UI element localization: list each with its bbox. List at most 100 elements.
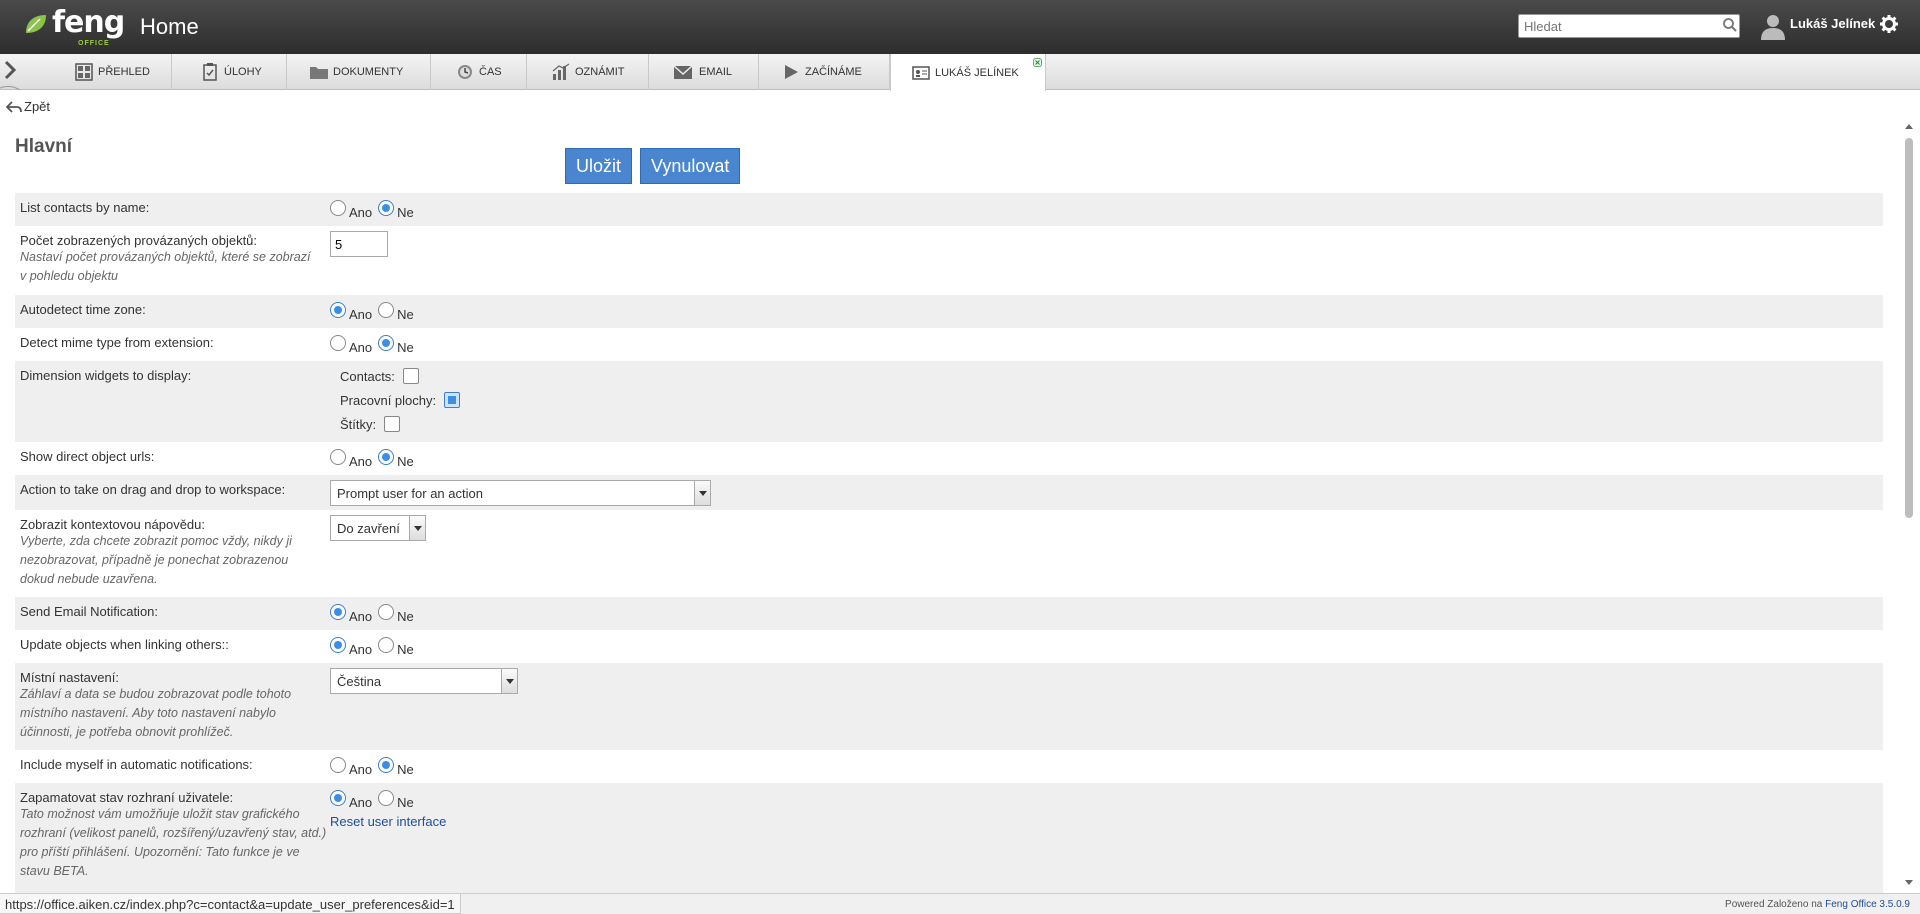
pref-label: Include myself in automatic notification… xyxy=(20,757,253,772)
tab-tasks[interactable]: ÚLOHY xyxy=(172,54,287,90)
radio-no-label: Ne xyxy=(397,307,414,322)
scroll-down-icon[interactable] xyxy=(1905,880,1913,885)
radio-yes[interactable] xyxy=(330,334,346,351)
tab-documents[interactable]: DOKUMENTY xyxy=(287,54,431,90)
status-url: https://office.aiken.cz/index.php?c=cont… xyxy=(0,893,461,914)
radio-no[interactable] xyxy=(378,199,395,216)
pref-row-detect-mime: Detect mime type from extension: Ano Ne xyxy=(15,328,1883,361)
contact-card-icon xyxy=(912,65,930,80)
widget-checkbox[interactable] xyxy=(384,416,401,432)
tab-time[interactable]: ČAS xyxy=(431,54,527,90)
select-value: Čeština xyxy=(337,674,382,689)
tab-user-profile[interactable]: LUKÁŠ JELÍNEK xyxy=(890,54,1046,91)
tab-reports[interactable]: OZNÁMIT xyxy=(527,54,649,90)
radio-no[interactable] xyxy=(378,756,395,773)
pref-row-linked-count: Počet zobrazených provázaných objektů: N… xyxy=(15,226,1883,295)
tab-label: OZNÁMIT xyxy=(575,66,625,78)
radio-yes[interactable] xyxy=(330,199,346,216)
pref-label: Počet zobrazených provázaných objektů: N… xyxy=(20,233,320,286)
radio-yes[interactable] xyxy=(330,636,346,653)
pref-control: Ano Ne xyxy=(330,301,420,322)
tab-getting-started[interactable]: ZAČÍNÁME xyxy=(759,54,890,90)
pref-control: Ano Ne xyxy=(330,756,420,777)
tab-label: ZAČÍNÁME xyxy=(805,66,862,78)
radio-yes[interactable] xyxy=(330,789,346,806)
pref-control: Ano Ne xyxy=(330,603,420,624)
radio-no-label: Ne xyxy=(397,454,414,469)
widget-checkbox[interactable] xyxy=(402,368,419,384)
widget-label: Contacts: xyxy=(340,368,395,384)
radio-yes[interactable] xyxy=(330,756,346,773)
pref-label: Update objects when linking others:: xyxy=(20,637,229,652)
radio-yes[interactable] xyxy=(330,448,346,465)
folder-icon xyxy=(310,67,328,79)
pref-description: Tato možnost vám umožňuje uložit stav gr… xyxy=(20,807,327,878)
radio-yes-label: Ano xyxy=(349,307,373,322)
pref-control: Ano Ne xyxy=(330,334,420,355)
radio-no[interactable] xyxy=(378,789,395,806)
pref-control: Contacts: Pracovní plochy: Štítky: xyxy=(340,364,461,436)
scroll-thumb[interactable] xyxy=(1905,138,1913,518)
search-input[interactable] xyxy=(1518,14,1740,38)
radio-no[interactable] xyxy=(378,636,395,653)
radio-no[interactable] xyxy=(378,603,395,620)
pref-row-remember-ui: Zapamatovat stav rozhraní uživatele: Tat… xyxy=(15,783,1883,893)
tab-label: EMAIL xyxy=(699,66,733,78)
pref-label: List contacts by name: xyxy=(20,200,150,215)
drag-drop-select[interactable]: Prompt user for an action xyxy=(330,480,711,506)
pref-control: Prompt user for an action xyxy=(330,480,711,506)
widget-option-contacts: Contacts: xyxy=(340,364,419,388)
section-title: Hlavní xyxy=(15,136,73,157)
context-help-select[interactable]: Do zavření xyxy=(330,515,426,541)
feng-office-link[interactable]: Feng Office 3.5.0.9 xyxy=(1825,899,1910,910)
pref-row-context-help: Zobrazit kontextovou nápovědu: Vyberte, … xyxy=(15,510,1883,597)
panel-toggle-icon[interactable] xyxy=(0,54,24,90)
reset-button[interactable]: Vynulovat xyxy=(640,148,741,184)
scroll-up-icon[interactable] xyxy=(1905,124,1913,129)
widget-checkbox[interactable] xyxy=(444,392,461,408)
pref-row-autodetect-tz: Autodetect time zone: Ano Ne xyxy=(15,295,1883,328)
user-name[interactable]: Lukáš Jelínek xyxy=(1790,16,1875,31)
tab-overview[interactable]: PŘEHLED xyxy=(60,54,172,90)
top-header: feng OFFICE Home Lukáš Jelínek xyxy=(0,0,1920,54)
radio-yes[interactable] xyxy=(330,301,346,318)
radio-no-label: Ne xyxy=(397,609,414,624)
pref-row-direct-urls: Show direct object urls: Ano Ne xyxy=(15,442,1883,475)
linked-count-input[interactable] xyxy=(330,231,388,257)
back-link[interactable]: Zpět xyxy=(6,99,50,114)
tab-bar: PŘEHLED ÚLOHY DOKUMENTY ČAS OZNÁMIT EMAI… xyxy=(0,54,1920,91)
widget-label: Štítky: xyxy=(340,416,377,432)
radio-yes-label: Ano xyxy=(349,340,373,355)
pref-row-drag-drop: Action to take on drag and drop to works… xyxy=(15,475,1883,510)
powered-text: Powered Založeno na xyxy=(1725,899,1823,910)
chevron-down-icon xyxy=(409,516,425,540)
close-tab-icon[interactable] xyxy=(1033,58,1042,67)
clock-icon xyxy=(458,65,472,79)
locale-select[interactable]: Čeština xyxy=(330,668,518,694)
chevron-down-icon xyxy=(694,481,710,505)
pref-label-text: Počet zobrazených provázaných objektů: xyxy=(20,233,258,248)
chart-icon xyxy=(552,63,570,80)
feng-office-logo[interactable]: feng OFFICE xyxy=(22,5,125,47)
vertical-scrollbar[interactable] xyxy=(1900,118,1920,893)
radio-no[interactable] xyxy=(378,334,395,351)
tasks-icon xyxy=(203,63,217,81)
pref-control: Čeština xyxy=(330,668,518,694)
pref-label-text: Zapamatovat stav rozhraní uživatele: xyxy=(20,790,234,805)
radio-no[interactable] xyxy=(378,448,395,465)
widget-label: Pracovní plochy: xyxy=(340,392,437,408)
user-avatar-icon[interactable] xyxy=(1760,12,1786,40)
save-button[interactable]: Uložit xyxy=(565,148,633,184)
radio-no-label: Ne xyxy=(397,642,414,657)
radio-no[interactable] xyxy=(378,301,395,318)
gear-icon[interactable] xyxy=(1880,15,1898,33)
tab-email[interactable]: EMAIL xyxy=(649,54,759,90)
widget-option-tags: Štítky: xyxy=(340,412,401,436)
radio-yes-label: Ano xyxy=(349,609,373,624)
select-value: Prompt user for an action xyxy=(337,486,483,501)
reset-ui-link[interactable]: Reset user interface xyxy=(330,814,446,829)
radio-yes[interactable] xyxy=(330,603,346,620)
pref-label: Show direct object urls: xyxy=(20,449,155,464)
search-icon[interactable] xyxy=(1722,17,1738,33)
pref-control: Do zavření xyxy=(330,515,426,541)
